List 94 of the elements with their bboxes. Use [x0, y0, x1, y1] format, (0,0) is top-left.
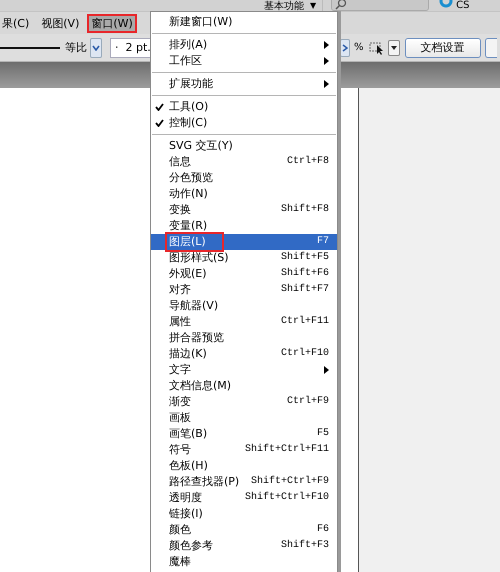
menu-item-label: 对齐	[168, 282, 192, 298]
caret-icon	[390, 46, 397, 50]
menu-item-label: SVG 交互(Y)	[168, 138, 234, 154]
shortcut-label: Shift+F8	[280, 202, 329, 217]
search-icon	[335, 0, 348, 10]
menu-item[interactable]: 符号 Shift+Ctrl+F11	[151, 442, 337, 458]
menu-bar-item[interactable]: 窗口(W)	[87, 14, 137, 32]
menu-item[interactable]: 拼合器预览	[151, 330, 337, 346]
menu-item[interactable]: 外观(E) Shift+F6	[151, 266, 337, 282]
shortcut-label: Shift+Ctrl+F9	[250, 474, 329, 489]
menu-item[interactable]: 路径查找器(P) Shift+Ctrl+F9	[151, 474, 337, 490]
menu-item-label: 信息	[168, 154, 192, 170]
menu-item[interactable]: 颜色参考 Shift+F3	[151, 538, 337, 554]
menu-item[interactable]: 控制(C)	[151, 115, 337, 131]
menu-item[interactable]: 链接(I)	[151, 506, 337, 522]
menu-item[interactable]: 扩展功能	[151, 76, 337, 92]
menu-item[interactable]: 魔棒	[151, 554, 337, 570]
menu-item[interactable]: 透明度 Shift+Ctrl+F10	[151, 490, 337, 506]
menu-item-label: 画笔(B)	[168, 426, 208, 442]
shortcut-label: F5	[316, 427, 329, 441]
shortcut-label: Shift+F6	[280, 266, 329, 281]
menu-item-label: 色板(H)	[168, 458, 209, 474]
menu-item-label: 描边(K)	[168, 346, 208, 362]
menu-item-label: 新建窗口(W)	[168, 14, 234, 30]
shortcut-label: Ctrl+F11	[280, 314, 329, 329]
toolbar-button[interactable]	[484, 38, 497, 58]
menu-item[interactable]: 属性 Ctrl+F11	[151, 314, 337, 330]
chevron-icon	[342, 44, 348, 52]
menu-item[interactable]: 变量(R)	[151, 218, 337, 234]
menu-item[interactable]: 画笔(B) F5	[151, 426, 337, 442]
menu-item-label: 变量(R)	[168, 218, 208, 234]
shortcut-label: Shift+Ctrl+F10	[244, 490, 329, 505]
menu-item[interactable]: 文档信息(M)	[151, 378, 337, 394]
menu-item[interactable]: 变换 Shift+F8	[151, 202, 337, 218]
menu-item-label: 控制(C)	[168, 115, 208, 131]
menu-item-label: 变换	[168, 202, 192, 218]
menu-item[interactable]: 渐变 Ctrl+F9	[151, 394, 337, 410]
menu-item-label: 拼合器预览	[168, 330, 225, 346]
menu-item[interactable]: 画板	[151, 410, 337, 426]
menu-item-label: 导航器(V)	[168, 298, 220, 314]
menu-item-label: 渐变	[168, 394, 192, 410]
shortcut-label: F7	[316, 235, 329, 249]
menu-item-label: 魔棒	[168, 554, 192, 570]
menu-item-label: 外观(E)	[168, 266, 208, 282]
percent-label: %	[354, 42, 364, 53]
menu-item[interactable]: 动作(N)	[151, 186, 337, 202]
menu-item-label: 颜色参考	[168, 538, 214, 554]
shortcut-label: Shift+F7	[280, 282, 329, 297]
menu-item-label: 链接(I)	[168, 506, 204, 522]
menu-item-label: 图形样式(S)	[168, 250, 230, 266]
menu-item[interactable]: 图层(L) F7	[151, 234, 337, 250]
shortcut-label: Ctrl+F9	[286, 394, 329, 409]
menu-item[interactable]: 分色预览	[151, 170, 337, 186]
menu-item[interactable]: 工具(O)	[151, 99, 337, 115]
menu-item-label: 符号	[168, 442, 192, 458]
search-field[interactable]	[331, 0, 430, 11]
stroke-line-icon	[0, 46, 60, 50]
menu-item[interactable]: 描边(K) Ctrl+F10	[151, 346, 337, 362]
menu-item-label: 属性	[168, 314, 192, 330]
menu-item[interactable]: 新建窗口(W)	[151, 14, 337, 30]
menu-item[interactable]: 导航器(V)	[151, 298, 337, 314]
menu-item-label: 透明度	[168, 490, 203, 506]
menu-item[interactable]: 图形样式(S) Shift+F5	[151, 250, 337, 266]
chevron-icon	[92, 44, 100, 50]
menu-item-label: 扩展功能	[168, 76, 214, 92]
menu-bar-item[interactable]: 视图(V)	[37, 14, 84, 32]
menu-item-label: 文档信息(M)	[168, 378, 232, 394]
menu-item[interactable]: 文字	[151, 362, 337, 378]
ratio-label: 等比	[65, 40, 87, 55]
menu-item-label: 分色预览	[168, 170, 214, 186]
menu-item-label: 动作(N)	[168, 186, 209, 202]
shortcut-label: Shift+Ctrl+F11	[244, 442, 329, 457]
menu-item-label: 工作区	[168, 53, 203, 69]
dropdown-button[interactable]	[388, 40, 400, 56]
menu-item-label: 颜色	[168, 522, 192, 538]
shortcut-label: Ctrl+F8	[286, 154, 329, 169]
menu-item[interactable]: 颜色 F6	[151, 522, 337, 538]
menu-item[interactable]: 色板(H)	[151, 458, 337, 474]
menu-item[interactable]: SVG 交互(Y)	[151, 138, 337, 154]
app-label: CS	[456, 0, 470, 11]
shortcut-label: F6	[316, 523, 329, 537]
menu-item-label: 路径查找器(P)	[168, 474, 240, 490]
menu-item-label: 排列(A)	[168, 37, 208, 53]
shortcut-label: Shift+F5	[280, 250, 329, 265]
menu-item-label: 工具(O)	[168, 99, 210, 115]
shortcut-label: Ctrl+F10	[280, 346, 329, 361]
menu-item-label: 画板	[168, 410, 192, 426]
document-setup-button[interactable]: 文档设置	[404, 38, 481, 58]
menu-item-label: 图层(L)	[167, 234, 222, 250]
menu-item[interactable]: 对齐 Shift+F7	[151, 282, 337, 298]
menu-bar-item[interactable]: 果(C)	[0, 14, 34, 32]
shortcut-label: Shift+F3	[280, 538, 329, 553]
menu-item[interactable]: 信息 Ctrl+F8	[151, 154, 337, 170]
menu-item-label: 文字	[168, 362, 192, 378]
